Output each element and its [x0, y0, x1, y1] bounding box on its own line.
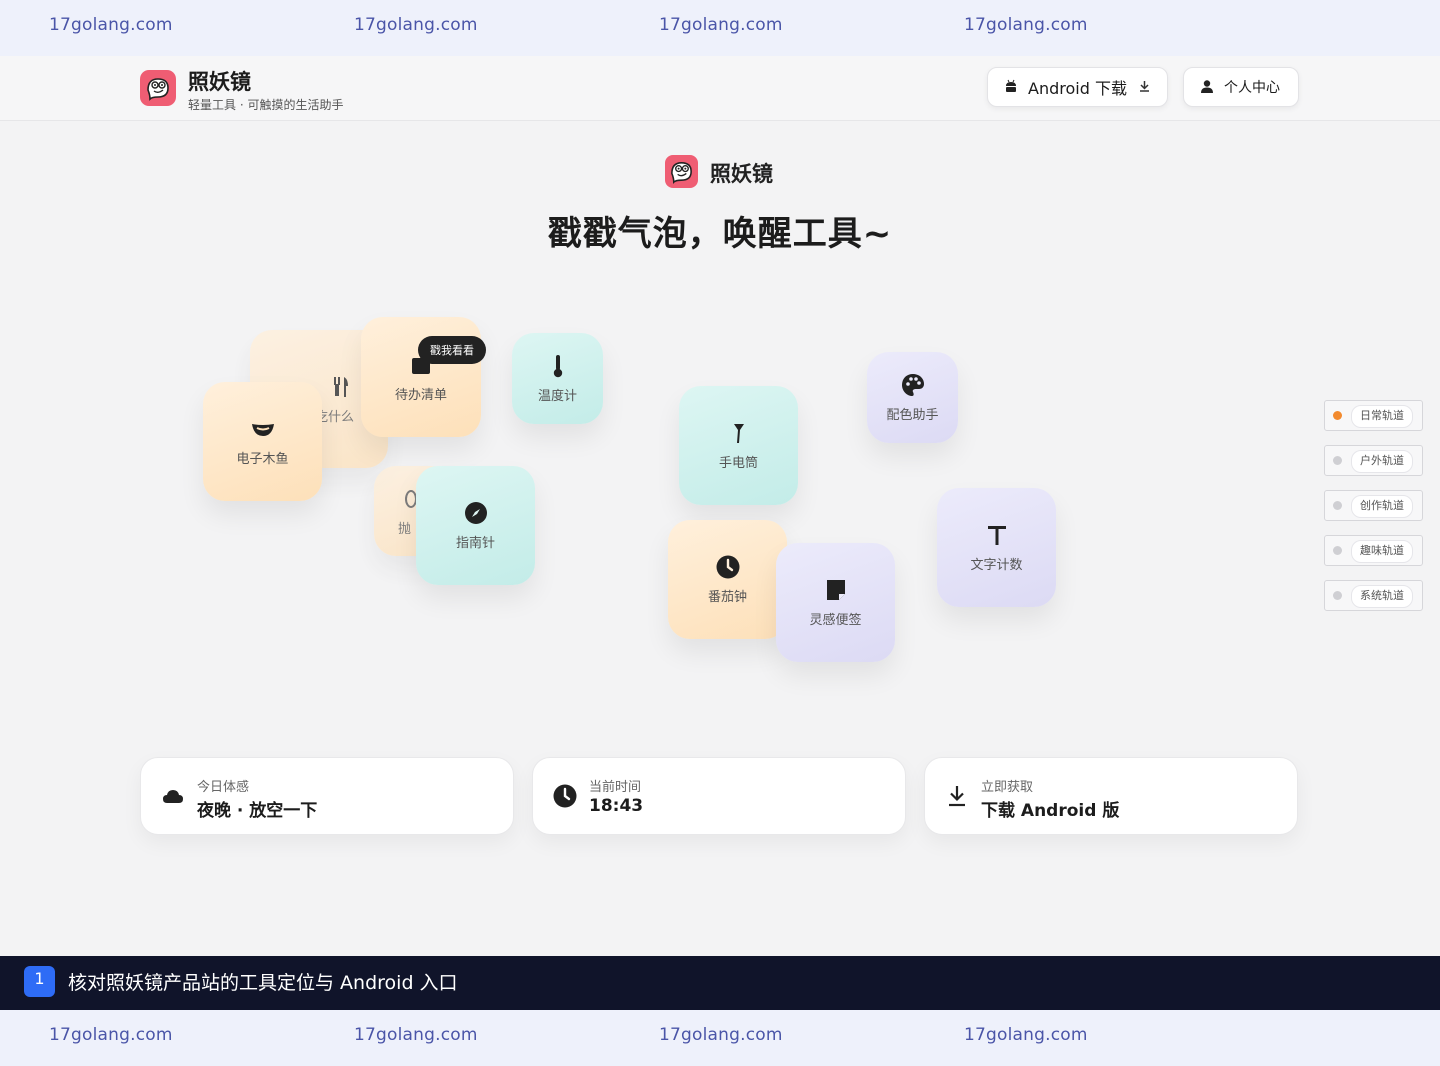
bubble-flashlight[interactable]: 手电筒 [679, 386, 798, 505]
mood-card: 今日体感 夜晚 · 放空一下 [140, 757, 514, 835]
caption-number-badge: 1 [24, 966, 55, 997]
track-label: 系统轨道 [1351, 585, 1413, 608]
track-indicator [1333, 411, 1342, 420]
poke-tooltip: 戳我看看 [418, 336, 486, 364]
bubble-label: 配色助手 [886, 408, 939, 423]
user-icon [1200, 78, 1214, 97]
track-indicator [1333, 591, 1342, 600]
app-logo-icon[interactable] [140, 70, 176, 106]
track-indicator [1333, 546, 1342, 555]
flashlight-icon [726, 420, 752, 446]
bubble-inspiration-note[interactable]: 灵感便签 [776, 543, 895, 662]
bubble-thermometer[interactable]: 温度计 [512, 333, 603, 424]
bubble-label: 抛 [398, 521, 412, 537]
track-indicator [1333, 456, 1342, 465]
brand-name[interactable]: 照妖镜 [188, 66, 251, 96]
card-title: 当前时间 [589, 780, 642, 795]
bubble-compass[interactable]: 指南针 [416, 466, 535, 585]
watermark-text: 17golang.com [659, 1025, 783, 1045]
personal-center-button[interactable]: 个人中心 [1183, 67, 1299, 107]
site-header: 照妖镜 轻量工具 · 可触摸的生活助手 Android 下载 个人中心 [0, 56, 1440, 121]
bubble-label: 手电筒 [718, 456, 758, 471]
watermark-text: 17golang.com [354, 15, 478, 35]
bubble-label: 番茄钟 [707, 590, 747, 605]
bubble-label: 温度计 [537, 389, 577, 404]
watermark-text: 17golang.com [49, 1025, 173, 1045]
bubble-label: 灵感便签 [809, 613, 862, 628]
watermark-text: 17golang.com [49, 15, 173, 35]
track-daily[interactable]: 日常轨道 [1324, 400, 1423, 431]
track-label: 户外轨道 [1351, 450, 1413, 473]
track-indicator [1333, 501, 1342, 510]
current-time: 18:43 [589, 796, 644, 816]
bubble-label: 待办清单 [394, 387, 447, 403]
bubble-color-helper[interactable]: 配色助手 [867, 352, 958, 443]
bubble-label: 电子木鱼 [236, 452, 289, 467]
bubble-text-counter[interactable]: 文字计数 [937, 488, 1056, 607]
bubble-label: 指南针 [455, 536, 495, 551]
caption-bar: 1 核对照妖镜产品站的工具定位与 Android 入口 [0, 956, 1440, 1010]
track-outdoor[interactable]: 户外轨道 [1324, 445, 1423, 476]
clock-icon [715, 554, 741, 580]
palette-icon [900, 372, 926, 398]
watermark-text: 17golang.com [964, 1025, 1088, 1045]
thermometer-icon [545, 353, 571, 379]
watermark-text: 17golang.com [964, 15, 1088, 35]
card-title: 今日体感 [197, 780, 250, 795]
brand-tagline: 轻量工具 · 可触摸的生活助手 [188, 98, 344, 112]
compass-icon [463, 500, 489, 526]
watermark-text: 17golang.com [659, 15, 783, 35]
track-fun[interactable]: 趣味轨道 [1324, 535, 1423, 566]
bubble-todo[interactable]: 待办清单 [361, 317, 481, 437]
time-card: 当前时间 18:43 [532, 757, 906, 835]
watermark-band-top: 17golang.com 17golang.com 17golang.com 1… [0, 0, 1440, 56]
track-system[interactable]: 系统轨道 [1324, 580, 1423, 611]
track-label: 创作轨道 [1351, 495, 1413, 518]
card-value: 夜晚 · 放空一下 [197, 801, 318, 821]
download-icon [945, 784, 969, 808]
android-download-button[interactable]: Android 下载 [987, 67, 1168, 107]
card-title: 立即获取 [981, 780, 1034, 795]
bubble-label: 文字计数 [970, 558, 1023, 573]
watermark-text: 17golang.com [354, 1025, 478, 1045]
text-icon [984, 522, 1010, 548]
hero-logo-icon [665, 155, 698, 188]
download-android-link[interactable]: 下载 Android 版 [981, 796, 1119, 821]
hero-brand-name: 照妖镜 [710, 162, 773, 186]
android-icon [1004, 78, 1018, 97]
track-creative[interactable]: 创作轨道 [1324, 490, 1423, 521]
personal-center-label: 个人中心 [1224, 80, 1280, 96]
android-download-label: Android 下载 [1028, 79, 1127, 98]
bubble-wooden-fish[interactable]: 电子木鱼 [203, 382, 322, 501]
utensils-icon [328, 374, 354, 400]
caption-text: 核对照妖镜产品站的工具定位与 Android 入口 [68, 972, 458, 994]
wooden-fish-icon [250, 416, 276, 442]
watermark-band-bottom: 17golang.com 17golang.com 17golang.com 1… [0, 1010, 1440, 1066]
download-card[interactable]: 立即获取 下载 Android 版 [924, 757, 1298, 835]
sticky-note-icon [823, 577, 849, 603]
hero-title: 戳戳气泡，唤醒工具~ [547, 214, 893, 254]
track-label: 日常轨道 [1351, 405, 1413, 428]
track-label: 趣味轨道 [1351, 540, 1413, 563]
bubble-pomodoro[interactable]: 番茄钟 [668, 520, 787, 639]
download-icon [1139, 80, 1150, 95]
cloud-icon [161, 784, 185, 808]
clock-icon [553, 784, 577, 808]
